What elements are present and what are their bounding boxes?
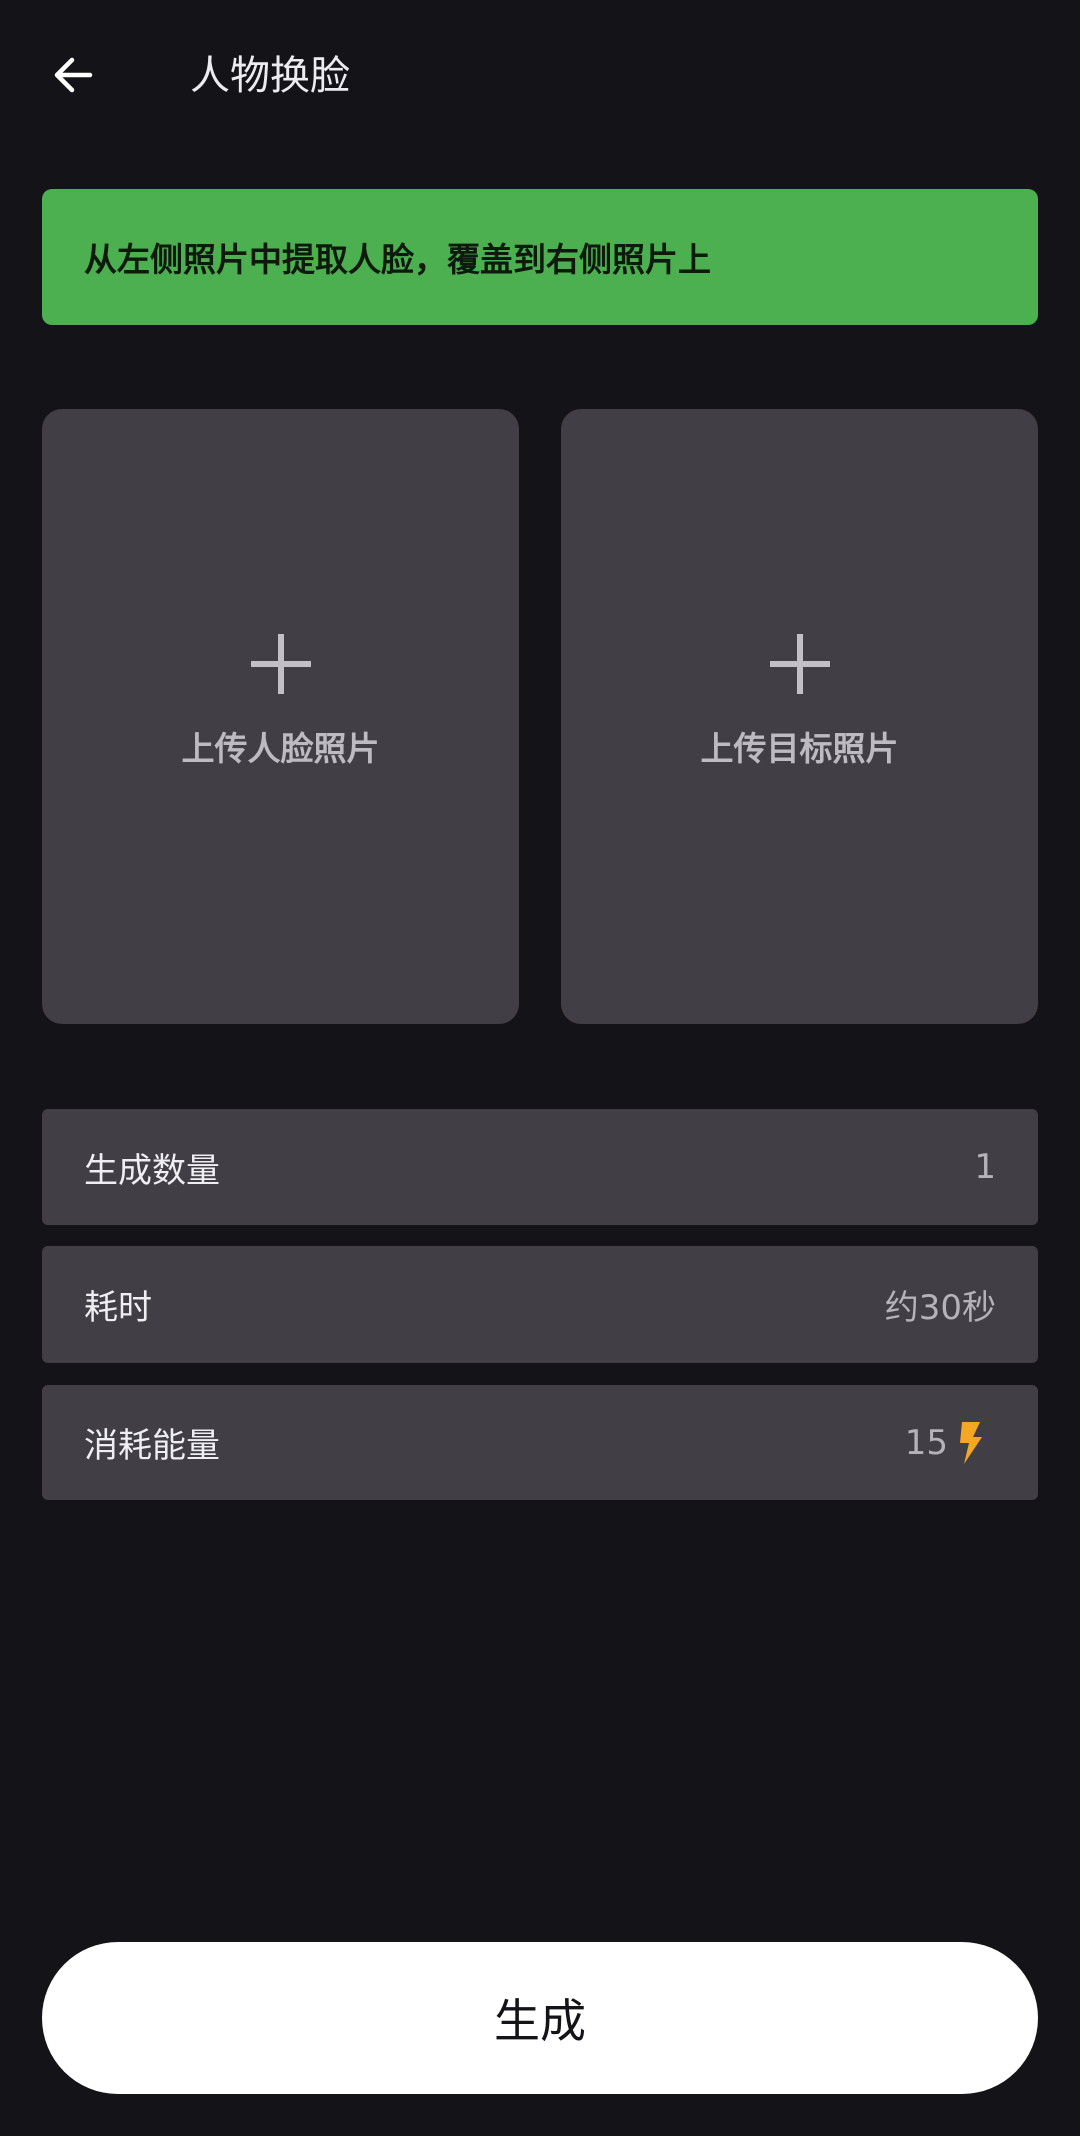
- page-title: 人物换脸: [190, 53, 350, 99]
- generate-button[interactable]: 生成: [42, 1942, 1038, 2094]
- energy-cost-row: 消耗能量 15: [42, 1385, 1038, 1500]
- instruction-text: 从左侧照片中提取人脸，覆盖到右侧照片上: [84, 240, 711, 279]
- generate-count-label: 生成数量: [84, 1150, 220, 1191]
- back-button[interactable]: [42, 44, 104, 106]
- plus-icon: [769, 633, 830, 694]
- duration-value: 约30秒: [885, 1280, 996, 1329]
- lightning-bolt-icon: [960, 1421, 982, 1464]
- upload-face-label: 上传人脸照片: [181, 728, 380, 768]
- energy-cost-label: 消耗能量: [84, 1426, 220, 1466]
- upload-target-label: 上传目标照片: [700, 728, 899, 768]
- generate-count-value: 1: [974, 1147, 996, 1187]
- upload-target-photo-button[interactable]: 上传目标照片: [561, 409, 1038, 1024]
- upload-face-photo-button[interactable]: 上传人脸照片: [42, 409, 519, 1024]
- arrow-left-icon: [54, 57, 93, 93]
- energy-cost-value: 15: [904, 1421, 996, 1464]
- duration-label: 耗时: [84, 1288, 152, 1328]
- app-header: 人物换脸: [0, 0, 1080, 150]
- generate-count-row[interactable]: 生成数量 1: [42, 1109, 1038, 1225]
- energy-cost-number: 15: [904, 1422, 948, 1463]
- plus-icon: [250, 633, 311, 694]
- instruction-banner: 从左侧照片中提取人脸，覆盖到右侧照片上: [42, 189, 1038, 325]
- generate-button-label: 生成: [494, 1994, 586, 2048]
- duration-text: 约30秒: [884, 1288, 996, 1328]
- generate-count-number: 1: [974, 1147, 996, 1187]
- duration-row: 耗时 约30秒: [42, 1246, 1038, 1363]
